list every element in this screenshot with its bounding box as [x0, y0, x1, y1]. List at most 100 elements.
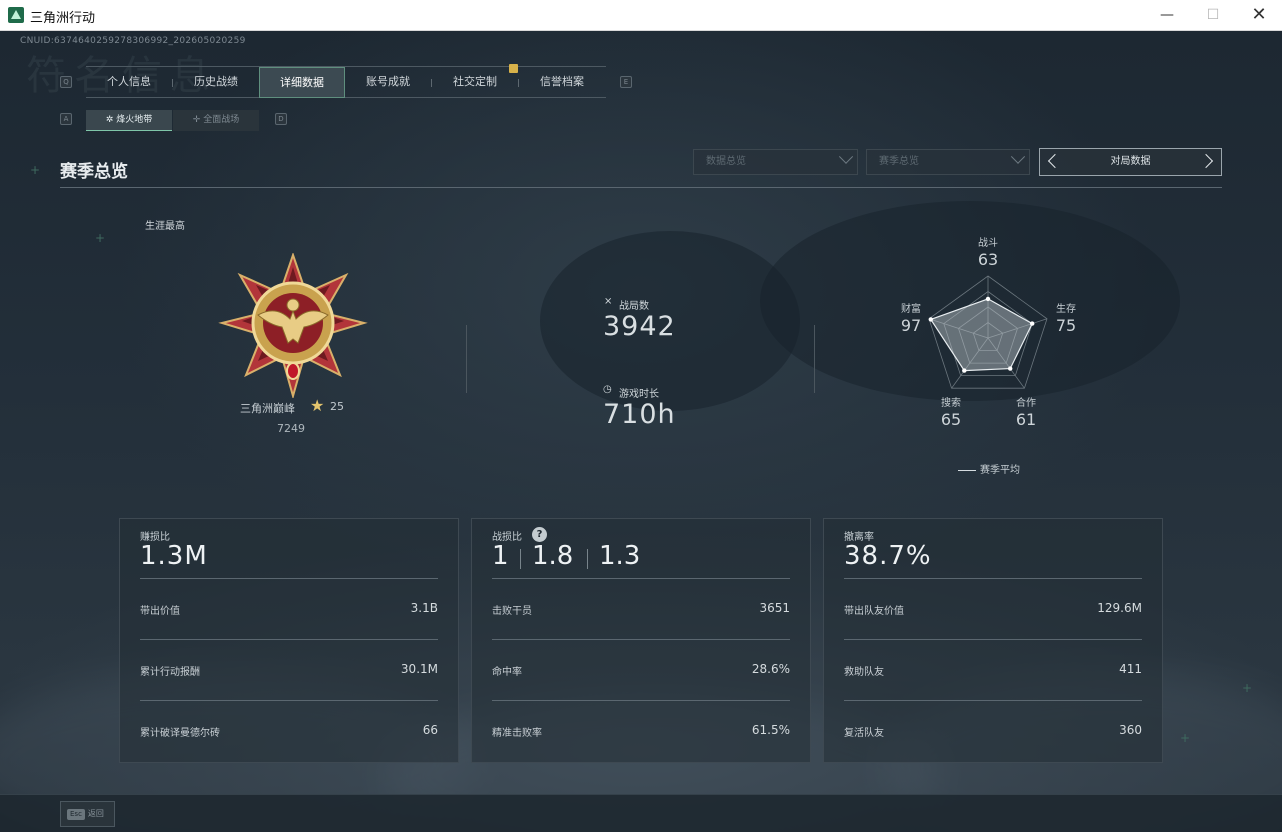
radar-label-search: 搜索: [941, 398, 961, 409]
stat-row-value: 360: [1119, 723, 1142, 737]
tab-prev-key-hint: Q: [60, 76, 72, 88]
stat-row-label: 带出价值: [140, 606, 180, 617]
rank-medal-icon: [218, 253, 368, 398]
chevron-down-icon: [838, 149, 854, 164]
subtab-prev-key-hint: A: [60, 113, 72, 125]
panel-divider: [492, 700, 790, 701]
radar-value-wealth: 97: [900, 316, 922, 335]
radar-point: [962, 368, 967, 373]
stat-row-label: 击败干员: [492, 606, 532, 617]
matches-value: 3942: [603, 311, 676, 342]
radar-label-combat: 战斗: [978, 238, 998, 249]
main-tab-bar: 个人信息 历史战绩 详细数据 账号成就 社交定制 信誉档案: [86, 66, 606, 98]
stat-row-value: 3.1B: [410, 601, 438, 615]
section-title: 赛季总览: [60, 162, 128, 182]
legend-swatch: [958, 469, 976, 471]
back-button[interactable]: Esc 返回: [60, 801, 115, 827]
window-title: 三角洲行动: [30, 11, 96, 26]
combat-ratio-value: 1.3: [599, 541, 641, 571]
radar-value-shape: [929, 298, 1033, 372]
decor-crosshair: +: [1180, 731, 1191, 745]
radar-value-survival: 75: [1055, 316, 1077, 335]
tab-history[interactable]: 历史战绩: [173, 67, 259, 98]
panel-divider: [140, 639, 438, 640]
new-badge-icon: [509, 64, 518, 73]
stat-row-value: 3651: [759, 601, 790, 615]
back-label: 返回: [87, 809, 104, 818]
data-overview-dropdown[interactable]: 数据总览: [693, 149, 858, 175]
decor-crosshair: +: [1242, 681, 1253, 695]
playtime-value: 710h: [603, 399, 676, 430]
subtab-full-battlefield[interactable]: ✛ 全面战场: [173, 110, 259, 131]
decor-crosshair: +: [95, 231, 106, 245]
pager-label: 对局数据: [1110, 156, 1151, 167]
matches-label: 战局数: [619, 301, 649, 312]
crossed-swords-icon: ⨯: [604, 296, 613, 307]
decor-crosshair: +: [30, 163, 41, 177]
star-icon: ★: [310, 396, 325, 415]
subtab-next-key-hint: D: [275, 113, 287, 125]
stat-row-label: 带出队友价值: [844, 606, 904, 617]
tab-reputation[interactable]: 信誉档案: [519, 67, 605, 98]
radar-point: [1030, 321, 1035, 326]
rank-level: 25: [330, 400, 344, 413]
overview-divider: [466, 325, 467, 393]
panel-divider: [492, 639, 790, 640]
stat-row-label: 累计破译曼德尔砖: [140, 728, 220, 739]
radar-point: [985, 296, 991, 302]
radar-value-teamwork: 61: [1015, 410, 1037, 429]
section-divider: [60, 187, 1222, 188]
stat-row-value: 61.5%: [751, 723, 790, 737]
bottom-bar: [0, 794, 1282, 832]
stat-row-value: 28.6%: [751, 662, 790, 676]
panel-divider: [844, 700, 1142, 701]
subtab-havoc-zone[interactable]: ✲ 烽火地带: [86, 110, 172, 131]
combat-ratio-value: 1.8: [532, 541, 574, 571]
tab-achievements[interactable]: 账号成就: [345, 67, 431, 98]
ratio-divider: [587, 549, 588, 569]
season-dropdown[interactable]: 赛季总览: [866, 149, 1030, 175]
stat-row-label: 累计行动报酬: [140, 667, 200, 678]
esc-key-hint: Esc: [67, 809, 85, 820]
window-titlebar: 三角洲行动 — ☐ ✕: [0, 0, 1282, 31]
rank-score: 7249: [277, 422, 305, 435]
tab-next-key-hint: E: [620, 76, 632, 88]
radar-label-survival: 生存: [1056, 304, 1076, 315]
tab-personal-info[interactable]: 个人信息: [86, 67, 172, 98]
playtime-label: 游戏时长: [619, 389, 659, 400]
radar-label-wealth: 财富: [901, 304, 921, 315]
minimize-button[interactable]: —: [1144, 0, 1190, 31]
radar-point: [1008, 366, 1013, 371]
radar-value-combat: 63: [977, 250, 999, 269]
stat-row-value: 66: [422, 723, 438, 737]
combat-panel: 战损比 ? 1 1.8 1.3 击败干员 3651 命中率 28.6% 精准击败…: [471, 518, 811, 763]
profit-panel: 赚损比 1.3M 带出价值 3.1B 累计行动报酬 30.1M 累计破译曼德尔砖…: [119, 518, 459, 763]
stat-row-label: 救助队友: [844, 667, 884, 678]
extraction-value: 38.7%: [844, 541, 932, 571]
close-button[interactable]: ✕: [1236, 0, 1282, 31]
uid-label: CNUID:6374640259278306992_202605020259: [20, 36, 246, 46]
radar-label-teamwork: 合作: [1016, 398, 1036, 409]
chevron-down-icon: [1010, 149, 1026, 164]
tab-detailed-data[interactable]: 详细数据: [259, 67, 345, 98]
stat-row-label: 命中率: [492, 667, 522, 678]
clock-icon: ◷: [603, 384, 612, 395]
overview-divider: [814, 325, 815, 393]
tab-social[interactable]: 社交定制: [432, 67, 518, 98]
help-icon[interactable]: ?: [532, 527, 547, 542]
extraction-panel: 撤离率 38.7% 带出队友价值 129.6M 救助队友 411 复活队友 36…: [823, 518, 1163, 763]
ratio-divider: [520, 549, 521, 569]
stat-row-value: 30.1M: [400, 662, 438, 676]
rank-name: 三角洲巅峰: [240, 402, 295, 415]
stat-row-label: 复活队友: [844, 728, 884, 739]
stat-row-label: 精准击败率: [492, 728, 542, 739]
panel-divider: [844, 578, 1142, 579]
maximize-button[interactable]: ☐: [1190, 0, 1236, 31]
panel-divider: [492, 578, 790, 579]
game-viewport: + + + + 符名信息 CNUID:6374640259278306992_2…: [0, 31, 1282, 832]
stat-row-value: 129.6M: [1097, 601, 1142, 615]
combat-ratio-value: 1: [492, 541, 509, 571]
career-best-label: 生涯最高: [145, 221, 185, 232]
panel-divider: [140, 700, 438, 701]
dropdown-value: 赛季总览: [879, 156, 919, 167]
